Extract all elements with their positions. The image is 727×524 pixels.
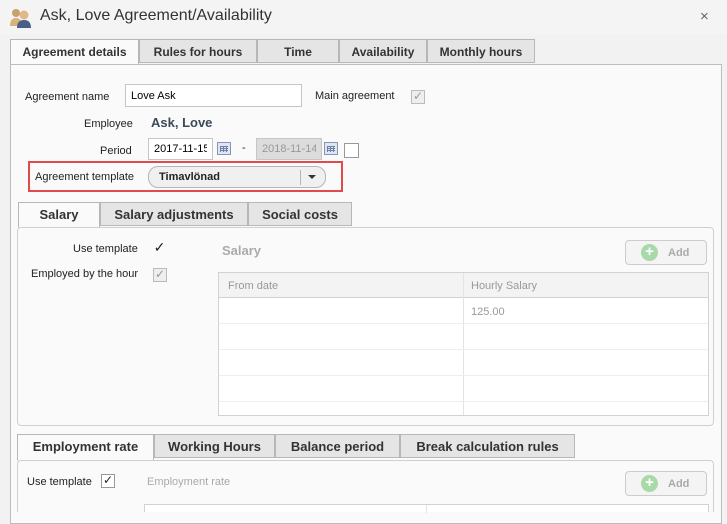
agreement-name-input[interactable] [125, 84, 302, 107]
tab-social-costs[interactable]: Social costs [248, 202, 352, 226]
agreement-template-dropdown[interactable]: Timavlönad [148, 166, 326, 188]
employment-table-top [144, 504, 709, 513]
employed-by-hour-label: Employed by the hour [31, 268, 139, 280]
employed-by-hour-checkbox[interactable]: ✓ [153, 268, 167, 282]
title-bar: Ask, Love Agreement/Availability × [0, 0, 727, 34]
employee-value: Ask, Love [151, 115, 213, 130]
salary-table: From date Hourly Salary 125.00 [218, 272, 709, 416]
employment-use-template-label: Use template [27, 476, 92, 488]
tab-salary[interactable]: Salary [18, 202, 100, 228]
plus-icon: + [641, 244, 658, 261]
salary-section-title: Salary [222, 243, 262, 258]
row-divider [219, 323, 708, 324]
tab-salary-adjustments[interactable]: Salary adjustments [100, 202, 248, 226]
dropdown-separator [300, 170, 301, 185]
salary-add-button[interactable]: + Add [625, 240, 707, 265]
add-button-label: Add [668, 478, 690, 490]
chevron-down-icon [308, 175, 316, 179]
column-header-hourly-salary[interactable]: Hourly Salary [471, 280, 537, 292]
agreement-template-value: Timavlönad [159, 171, 220, 183]
main-agreement-checkbox[interactable]: ✓ [411, 90, 425, 104]
tab-time[interactable]: Time [257, 39, 339, 63]
agreement-template-label: Agreement template [35, 171, 135, 183]
users-icon [9, 7, 33, 29]
window-title: Ask, Love Agreement/Availability [40, 7, 272, 24]
main-agreement-label: Main agreement [315, 90, 395, 102]
period-separator: - [242, 142, 246, 154]
row-divider [219, 401, 708, 402]
calendar-icon[interactable] [217, 142, 231, 155]
salary-use-template-label: Use template [73, 243, 138, 255]
tab-break-calculation-rules[interactable]: Break calculation rules [400, 434, 575, 458]
tab-availability[interactable]: Availability [339, 39, 427, 63]
row-divider [219, 375, 708, 376]
tab-working-hours[interactable]: Working Hours [154, 434, 275, 458]
row-divider [219, 349, 708, 350]
employment-use-template-checkbox[interactable]: ✓ [101, 474, 115, 488]
period-start-input[interactable] [148, 138, 213, 160]
tab-balance-period[interactable]: Balance period [275, 434, 400, 458]
tab-rules-for-hours[interactable]: Rules for hours [139, 39, 257, 63]
agreement-name-label: Agreement name [25, 91, 110, 103]
tab-employment-rate[interactable]: Employment rate [17, 434, 154, 461]
table-row[interactable]: 125.00 [219, 298, 708, 323]
hourly-salary-cell: 125.00 [471, 306, 505, 318]
tab-monthly-hours[interactable]: Monthly hours [427, 39, 535, 63]
column-header-from-date[interactable]: From date [228, 280, 278, 292]
period-end-checkbox[interactable] [344, 143, 359, 158]
calendar-icon[interactable] [324, 142, 338, 155]
column-divider [463, 273, 464, 415]
employment-add-button[interactable]: + Add [625, 471, 707, 496]
period-label: Period [100, 145, 132, 157]
period-end-input[interactable] [256, 138, 322, 160]
employment-section-title: Employment rate [147, 476, 231, 488]
add-button-label: Add [668, 247, 690, 259]
salary-use-template-checkbox[interactable]: ✓ [153, 240, 166, 255]
employee-label: Employee [84, 118, 133, 130]
tab-agreement-details[interactable]: Agreement details [10, 39, 139, 65]
close-icon[interactable]: × [700, 8, 709, 25]
plus-icon: + [641, 475, 658, 492]
